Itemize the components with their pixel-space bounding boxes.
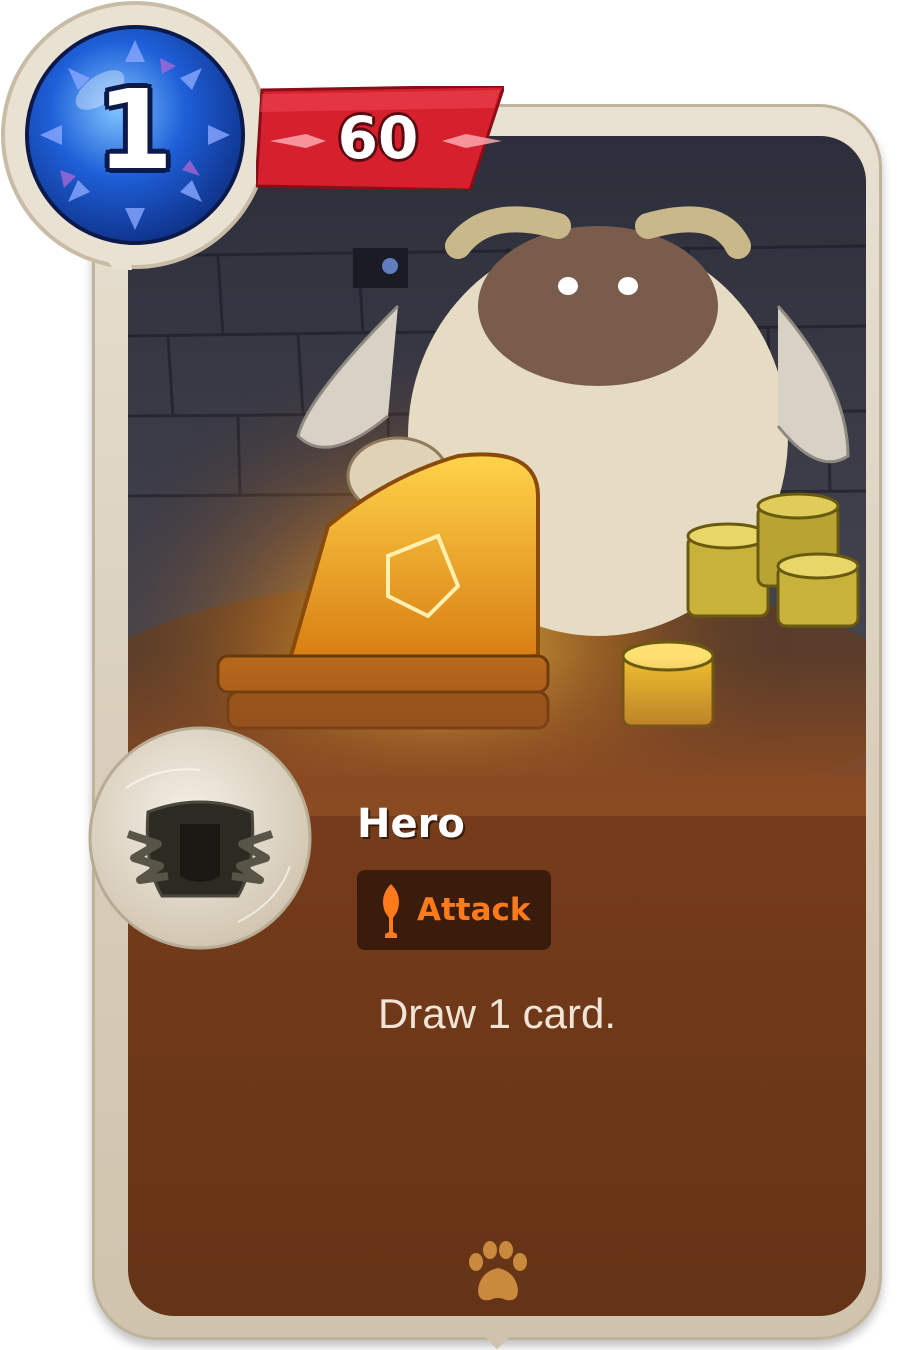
card-type-tag: Attack [357,870,551,950]
card-cost: 1 [96,66,174,194]
flame-sword-icon [371,878,411,942]
card-name: Hero [357,801,465,847]
paw-print-icon [462,1238,532,1308]
hero-helmet-icon [88,726,312,950]
card-type-label: Attack [417,892,531,928]
card-description: Draw 1 card. [377,990,617,1037]
attack-value: 60 [337,104,419,172]
